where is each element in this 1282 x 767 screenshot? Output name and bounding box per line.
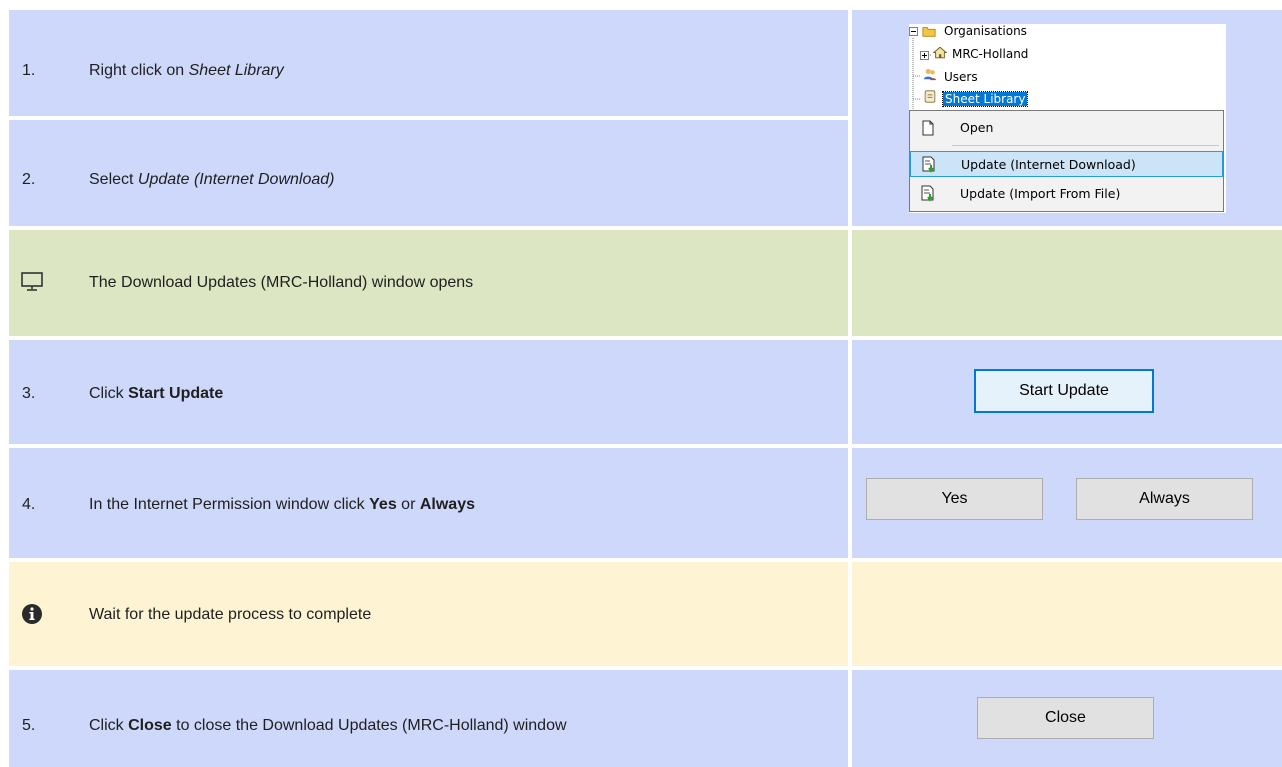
step-number: 2. [22,171,36,188]
menu-item-open[interactable]: Open [910,115,1223,141]
close-label: Close [1045,709,1086,726]
step-text-plain: Select [89,171,138,188]
step-text-plain: to close the Download Updates (MRC-Holla… [171,717,567,734]
step-number: 4. [22,496,36,513]
step-text: Click Close to close the Download Update… [89,717,567,735]
step-number: 3. [22,385,36,402]
step-text-bold: Yes [369,496,397,513]
step-text-emphasis: Sheet Library [188,62,284,79]
tree-item-organisations[interactable]: Organisations [944,24,1027,38]
menu-item-update-import-from-file[interactable]: Update (Import From File) [910,181,1223,207]
step-number: 5. [22,717,36,734]
step-text-emphasis: Update (Internet Download) [137,171,335,188]
screen-text: The Download Updates (MRC-Holland) windo… [89,274,474,291]
yes-label: Yes [941,490,968,507]
info-icon [22,604,42,624]
context-menu: Open Update (Internet Download) Update (… [909,110,1224,212]
house-icon [933,46,947,59]
screen-row: The Download Updates (MRC-Holland) windo… [9,230,1282,336]
step-4-cell: 4. In the Internet Permission window cli… [9,448,848,558]
step-text: In the Internet Permission window click … [89,496,475,514]
step-2-cell: 2. Select Update (Internet Download) [9,120,848,226]
menu-separator [952,145,1219,146]
expand-icon[interactable] [920,51,929,60]
screen-image-cell [852,230,1282,336]
info-row: Wait for the update process to complete [9,562,1282,666]
open-document-icon [922,120,934,136]
info-text: Wait for the update process to complete [89,606,372,623]
step-text-plain: Click [89,717,129,734]
step-1-cell: 1. Right click on Sheet Library [9,10,848,116]
tree-item-mrc-holland[interactable]: MRC-Holland [952,47,1028,61]
step-text: Right click on Sheet Library [89,62,284,80]
tree-item-users[interactable]: Users [944,70,978,84]
menu-item-label: Open [960,120,994,135]
step-text-plain: Click [89,385,129,402]
collapse-icon[interactable] [909,27,918,36]
step-text-bold: Start Update [128,385,224,402]
always-label: Always [1139,490,1190,507]
step-text-plain: In the Internet Permission window click [89,496,370,513]
step-text-plain: Right click on [89,62,189,79]
step-text: Select Update (Internet Download) [89,171,334,189]
step-3-cell: 3. Click Start Update [9,340,848,444]
always-button[interactable]: Always [1076,478,1253,520]
info-image-cell [852,562,1282,666]
library-icon [924,90,936,103]
screen-text-cell: The Download Updates (MRC-Holland) windo… [9,230,848,336]
close-button[interactable]: Close [977,697,1154,739]
users-icon [923,68,937,81]
step-5-cell: 5. Click Close to close the Download Upd… [9,670,848,767]
info-text-cell: Wait for the update process to complete [9,562,848,666]
step-text-plain: or [396,496,420,513]
start-update-label: Start Update [1019,382,1109,399]
step-text-bold: Close [128,717,172,734]
tree-item-sheet-library[interactable]: Sheet Library [941,91,1029,107]
menu-item-update-internet-download[interactable]: Update (Internet Download) [910,151,1223,177]
menu-item-label: Update (Internet Download) [961,157,1136,172]
monitor-icon [21,272,43,291]
menu-item-label: Update (Import From File) [960,186,1121,201]
download-document-icon [922,156,935,173]
step-text: Click Start Update [89,385,223,403]
start-update-button[interactable]: Start Update [974,369,1154,413]
folder-icon [922,27,936,37]
yes-button[interactable]: Yes [866,478,1043,520]
import-document-icon [921,185,934,202]
step-text-bold: Always [419,496,475,513]
step-number: 1. [22,62,36,79]
